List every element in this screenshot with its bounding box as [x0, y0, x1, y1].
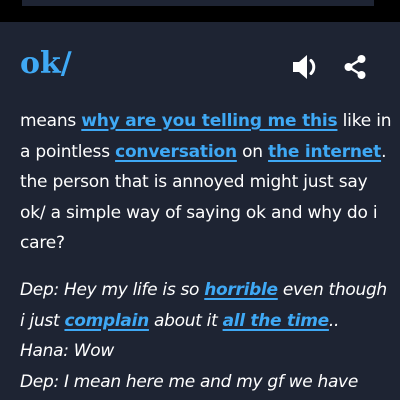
meaning-line: ok/ a simple way of saying ok and why do… [20, 202, 378, 223]
meaning-line: a pointless conversation on the internet… [20, 137, 386, 168]
term-link-why-are-you-telling-me-this[interactable]: why are you telling me this [81, 111, 337, 131]
term-link-complain[interactable]: complain [64, 311, 149, 331]
share-icon[interactable] [342, 53, 368, 81]
example-line: Hana: Wow [20, 341, 114, 361]
example-line: Dep: I mean here me and my gf we have [20, 371, 358, 392]
example-line: i just complain about it all the time.. [20, 306, 392, 337]
previous-card-edge [22, 0, 374, 6]
meaning-line: means why are you telling me this like i… [20, 106, 392, 137]
example-text: i just [20, 310, 65, 331]
example-text: even though [277, 280, 387, 300]
meaning-line: care? [20, 233, 65, 253]
example-text: Dep: Hey my life is so [20, 280, 205, 300]
example-text: about it [148, 310, 223, 331]
definition-example: Dep: Hey my life is so horrible even tho… [20, 275, 392, 397]
meaning-text: on [236, 141, 269, 162]
term-link-horrible[interactable]: horrible [204, 280, 278, 300]
meaning-text: like in [337, 111, 392, 131]
term-link-the-internet[interactable]: the internet [268, 142, 381, 162]
word-title[interactable]: ok/ [20, 46, 72, 82]
meaning-text: . [381, 141, 387, 162]
term-link-all-the-time[interactable]: all the time [223, 311, 330, 331]
meaning-text: a pointless [20, 141, 116, 162]
example-text: .. [328, 310, 340, 331]
definition-card: ok/ means why are you telling me this li… [0, 22, 400, 400]
example-line: Dep: Hey my life is so horrible even tho… [20, 275, 392, 306]
meaning-text: means [20, 111, 82, 131]
meaning-line: the person that is annoyed might just sa… [20, 172, 368, 192]
speaker-icon[interactable] [290, 52, 324, 82]
term-link-conversation[interactable]: conversation [115, 142, 237, 162]
app-screen: ok/ means why are you telling me this li… [0, 0, 400, 400]
definition-meaning: means why are you telling me this like i… [20, 106, 392, 259]
